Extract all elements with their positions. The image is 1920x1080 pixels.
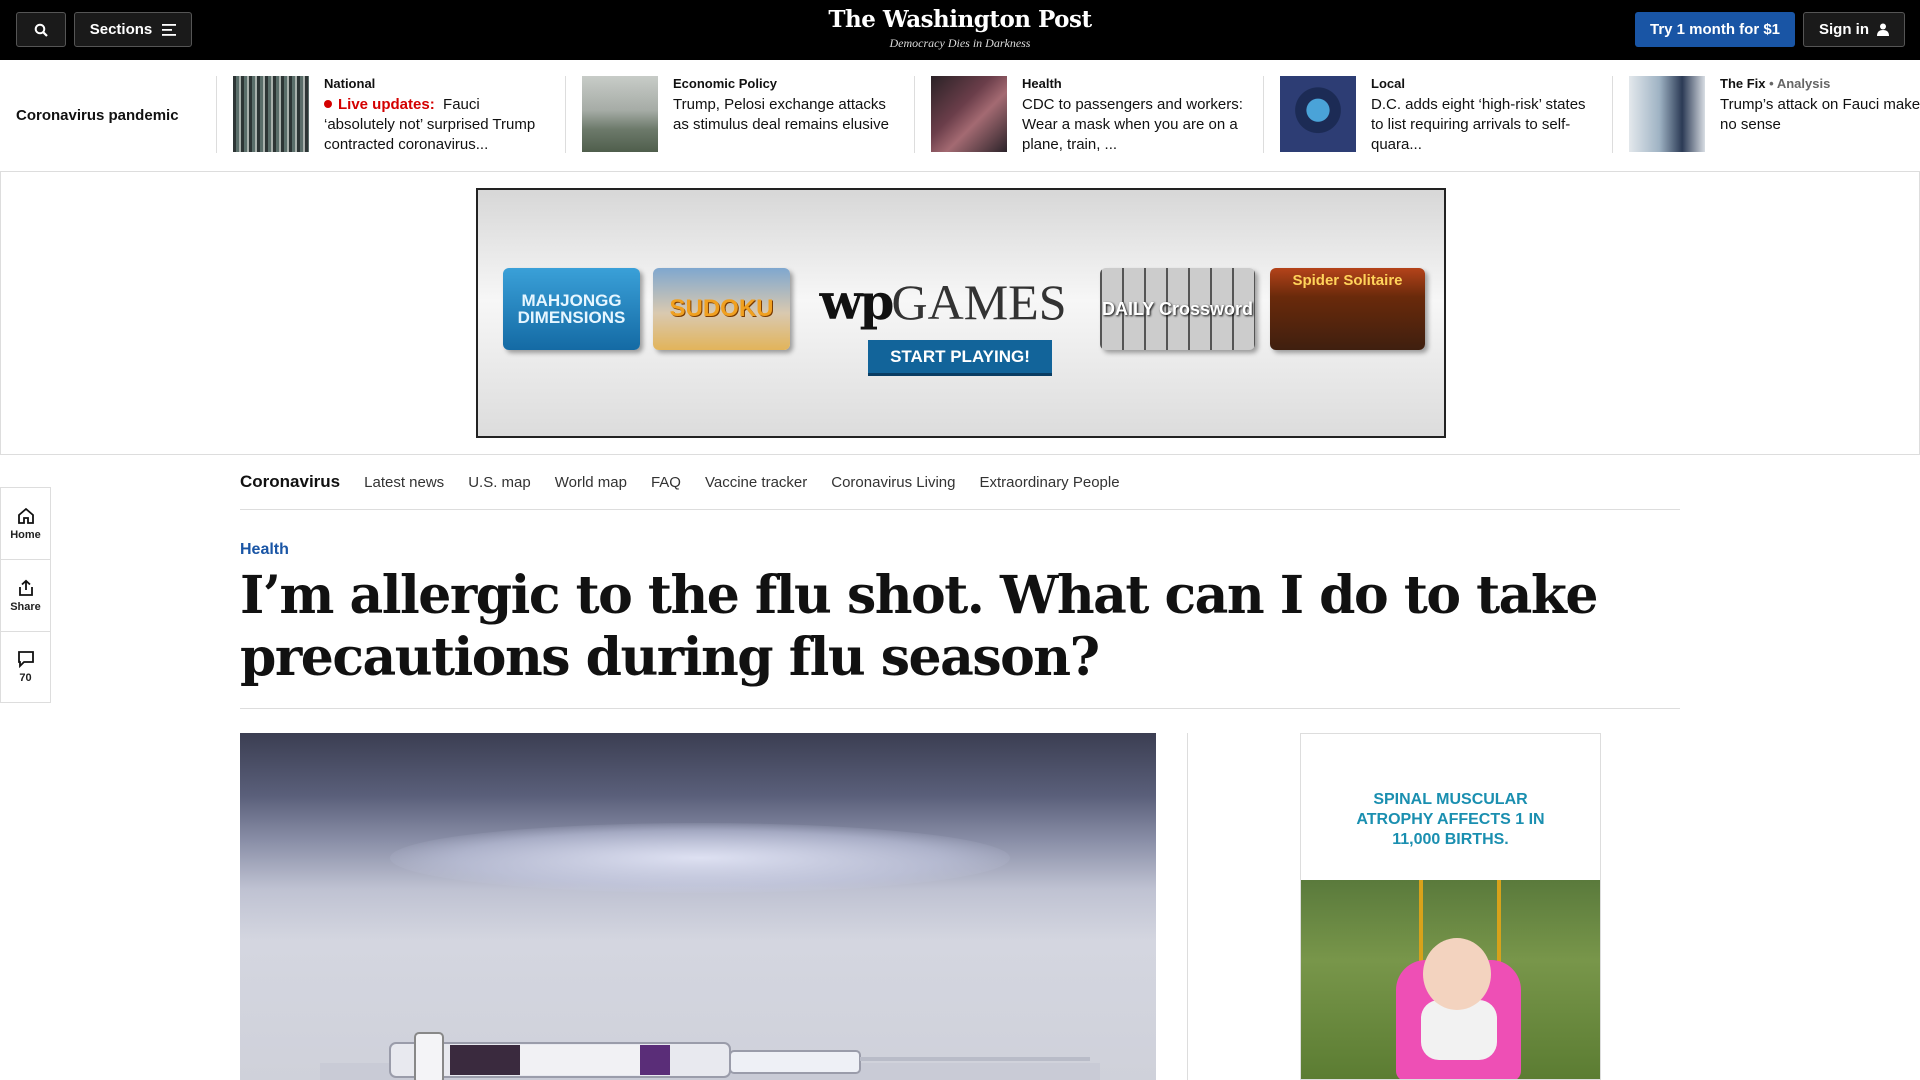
ad-game-mahjongg[interactable]: MAHJONGG DIMENSIONS xyxy=(503,268,640,350)
section-nav-us-map[interactable]: U.S. map xyxy=(468,474,531,491)
strip-headline[interactable]: CDC to passengers and workers: Wear a ma… xyxy=(1022,95,1252,155)
strip-kicker[interactable]: The Fix • Analysis xyxy=(1720,76,1920,92)
strip-item-health[interactable]: Health CDC to passengers and workers: We… xyxy=(915,76,1264,153)
section-nav-home[interactable]: Coronavirus xyxy=(240,472,340,492)
rail-home-button[interactable]: Home xyxy=(0,487,51,559)
start-playing-button[interactable]: START PLAYING! xyxy=(868,340,1052,376)
sections-label: Sections xyxy=(89,21,153,38)
search-button[interactable] xyxy=(16,12,66,47)
strip-thumbnail[interactable] xyxy=(1280,76,1356,152)
syringe-illustration xyxy=(320,1032,1100,1080)
sign-in-button[interactable]: Sign in xyxy=(1803,12,1905,47)
user-icon xyxy=(1877,23,1889,36)
sidebar-ad-text: SPINAL MUSCULAR ATROPHY AFFECTS 1 IN 11,… xyxy=(1356,791,1545,848)
strip-kicker[interactable]: National xyxy=(324,76,554,92)
site-tagline: Democracy Dies in Darkness xyxy=(889,36,1031,50)
strip-thumbnail[interactable] xyxy=(1629,76,1705,152)
section-nav-latest-news[interactable]: Latest news xyxy=(364,474,444,491)
strip-headline[interactable]: Trump, Pelosi exchange attacks as stimul… xyxy=(673,95,903,135)
site-logo[interactable]: The Washington Post xyxy=(760,6,1160,33)
section-nav-extraordinary-people[interactable]: Extraordinary People xyxy=(979,474,1119,491)
ad-game-daily-crossword[interactable]: DAILY Crossword xyxy=(1100,268,1255,350)
live-dot-icon xyxy=(324,100,332,108)
games-logo-text: GAMES xyxy=(891,274,1067,330)
rail-comments-button[interactable]: 70 xyxy=(0,631,51,703)
home-icon xyxy=(17,507,34,524)
strip-headline[interactable]: Trump’s attack on Fauci makes no sense xyxy=(1720,95,1920,135)
ad-container: MAHJONGG DIMENSIONS SUDOKU wpGAMES START… xyxy=(0,172,1920,455)
strip-thumbnail[interactable] xyxy=(931,76,1007,152)
hero-image xyxy=(240,733,1156,1080)
strip-item-local[interactable]: Local D.C. adds eight ‘high-risk’ states… xyxy=(1264,76,1613,153)
strip-item-national[interactable]: National Live updates: Fauci ‘absolutely… xyxy=(217,76,566,153)
swing-rope-left xyxy=(1419,880,1423,970)
side-rail: Home Share 70 xyxy=(0,487,51,703)
strip-headline[interactable]: Live updates: Fauci ‘absolutely not’ sur… xyxy=(324,95,554,155)
sign-in-label: Sign in xyxy=(1819,21,1869,38)
top-bar: Sections The Washington Post Democracy D… xyxy=(0,0,1920,60)
strip-headline[interactable]: D.C. adds eight ‘high-risk’ states to li… xyxy=(1371,95,1601,155)
hero-light-reflection xyxy=(390,823,1010,893)
baby-head xyxy=(1423,938,1491,1010)
live-updates-label: Live updates: xyxy=(338,96,435,113)
analysis-label: • Analysis xyxy=(1769,76,1831,91)
strip-kicker-text: The Fix xyxy=(1720,76,1766,91)
strip-item-the-fix[interactable]: The Fix • Analysis Trump’s attack on Fau… xyxy=(1613,76,1920,153)
title-divider xyxy=(240,708,1680,709)
article-title: I’m allergic to the flu shot. What can I… xyxy=(240,565,1598,688)
rail-share-button[interactable]: Share xyxy=(0,559,51,631)
strip-thumbnail[interactable] xyxy=(582,76,658,152)
search-icon xyxy=(34,23,48,37)
section-nav: Coronavirus Latest news U.S. map World m… xyxy=(240,455,1680,510)
strip-kicker[interactable]: Local xyxy=(1371,76,1601,92)
strip-item-economic-policy[interactable]: Economic Policy Trump, Pelosi exchange a… xyxy=(566,76,915,153)
swing-rope-right xyxy=(1497,880,1501,970)
wp-games-logo[interactable]: wpGAMES xyxy=(808,272,1078,331)
section-nav-faq[interactable]: FAQ xyxy=(651,474,681,491)
subscribe-button[interactable]: Try 1 month for $1 xyxy=(1635,12,1795,47)
menu-icon xyxy=(162,23,177,36)
sidebar-ad[interactable]: SPINAL MUSCULAR ATROPHY AFFECTS 1 IN 11,… xyxy=(1300,733,1601,1080)
rail-comments-count: 70 xyxy=(19,672,32,684)
strip-title[interactable]: Coronavirus pandemic xyxy=(16,107,179,124)
strip-kicker[interactable]: Health xyxy=(1022,76,1252,92)
wp-logo-mark: wp xyxy=(819,272,894,331)
strip-kicker[interactable]: Economic Policy xyxy=(673,76,903,92)
ad-game-sudoku[interactable]: SUDOKU xyxy=(653,268,790,350)
wp-games-ad[interactable]: MAHJONGG DIMENSIONS SUDOKU wpGAMES START… xyxy=(476,188,1446,438)
headline-strip: Coronavirus pandemic National Live updat… xyxy=(0,60,1920,172)
rail-home-label: Home xyxy=(10,528,41,541)
sections-button[interactable]: Sections xyxy=(74,12,192,47)
ad-game-spider-solitaire[interactable]: Spider Solitaire xyxy=(1270,268,1425,350)
section-nav-coronavirus-living[interactable]: Coronavirus Living xyxy=(831,474,955,491)
section-nav-world-map[interactable]: World map xyxy=(555,474,627,491)
column-divider xyxy=(1187,733,1188,1080)
share-icon xyxy=(18,579,33,596)
strip-thumbnail[interactable] xyxy=(233,76,309,152)
comment-icon xyxy=(17,651,34,668)
section-nav-vaccine-tracker[interactable]: Vaccine tracker xyxy=(705,474,807,491)
article-kicker[interactable]: Health xyxy=(240,541,289,559)
rail-share-label: Share xyxy=(10,600,41,613)
sidebar-ad-photo xyxy=(1301,880,1600,1079)
masthead[interactable]: The Washington Post Democracy Dies in Da… xyxy=(760,6,1160,51)
